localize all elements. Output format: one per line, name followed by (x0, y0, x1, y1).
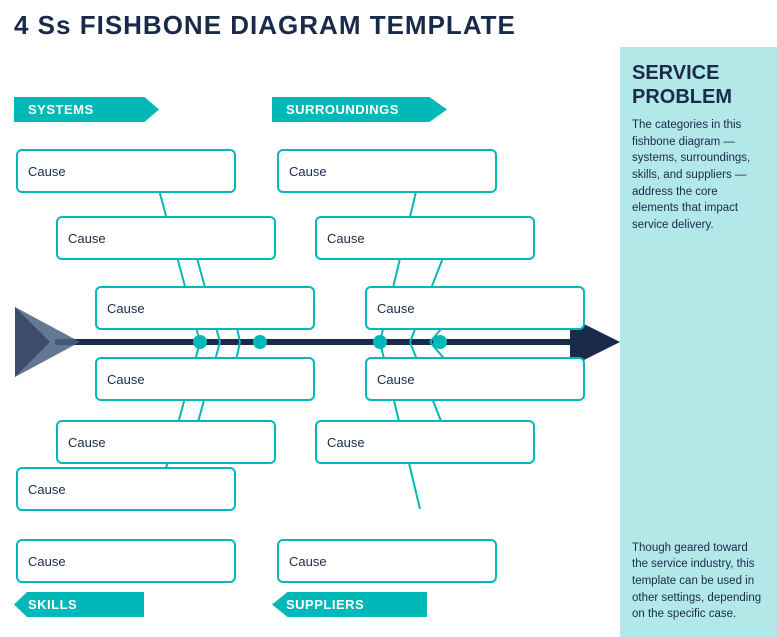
page-title: 4 Ss FISHBONE DIAGRAM TEMPLATE (0, 0, 777, 47)
suppliers-label: SUPPLIERS (272, 592, 427, 617)
sidebar: SERVICE PROBLEM The categories in this f… (620, 47, 777, 637)
sidebar-desc1: The categories in this fishbone diagram … (632, 117, 765, 234)
cause-box[interactable]: Cause (277, 539, 497, 583)
cause-box[interactable]: Cause (16, 467, 236, 511)
main-layout: SYSTEMS SURROUNDINGS SKILLS SUPPLIERS Ca… (0, 47, 777, 637)
sidebar-title: SERVICE PROBLEM (632, 61, 765, 109)
cause-box[interactable]: Cause (277, 149, 497, 193)
cause-box[interactable]: Cause (365, 357, 585, 401)
skills-label: SKILLS (14, 592, 144, 617)
diagram-area: SYSTEMS SURROUNDINGS SKILLS SUPPLIERS Ca… (0, 47, 620, 637)
sidebar-desc2: Though geared toward the service industr… (632, 540, 765, 623)
systems-label: SYSTEMS (14, 97, 159, 122)
cause-box[interactable]: Cause (16, 539, 236, 583)
cause-box[interactable]: Cause (56, 216, 276, 260)
cause-box[interactable]: Cause (315, 216, 535, 260)
cause-box[interactable]: Cause (56, 420, 276, 464)
cause-box[interactable]: Cause (365, 286, 585, 330)
cause-box[interactable]: Cause (95, 357, 315, 401)
cause-box[interactable]: Cause (16, 149, 236, 193)
cause-box[interactable]: Cause (95, 286, 315, 330)
surroundings-label: SURROUNDINGS (272, 97, 447, 122)
cause-box[interactable]: Cause (315, 420, 535, 464)
